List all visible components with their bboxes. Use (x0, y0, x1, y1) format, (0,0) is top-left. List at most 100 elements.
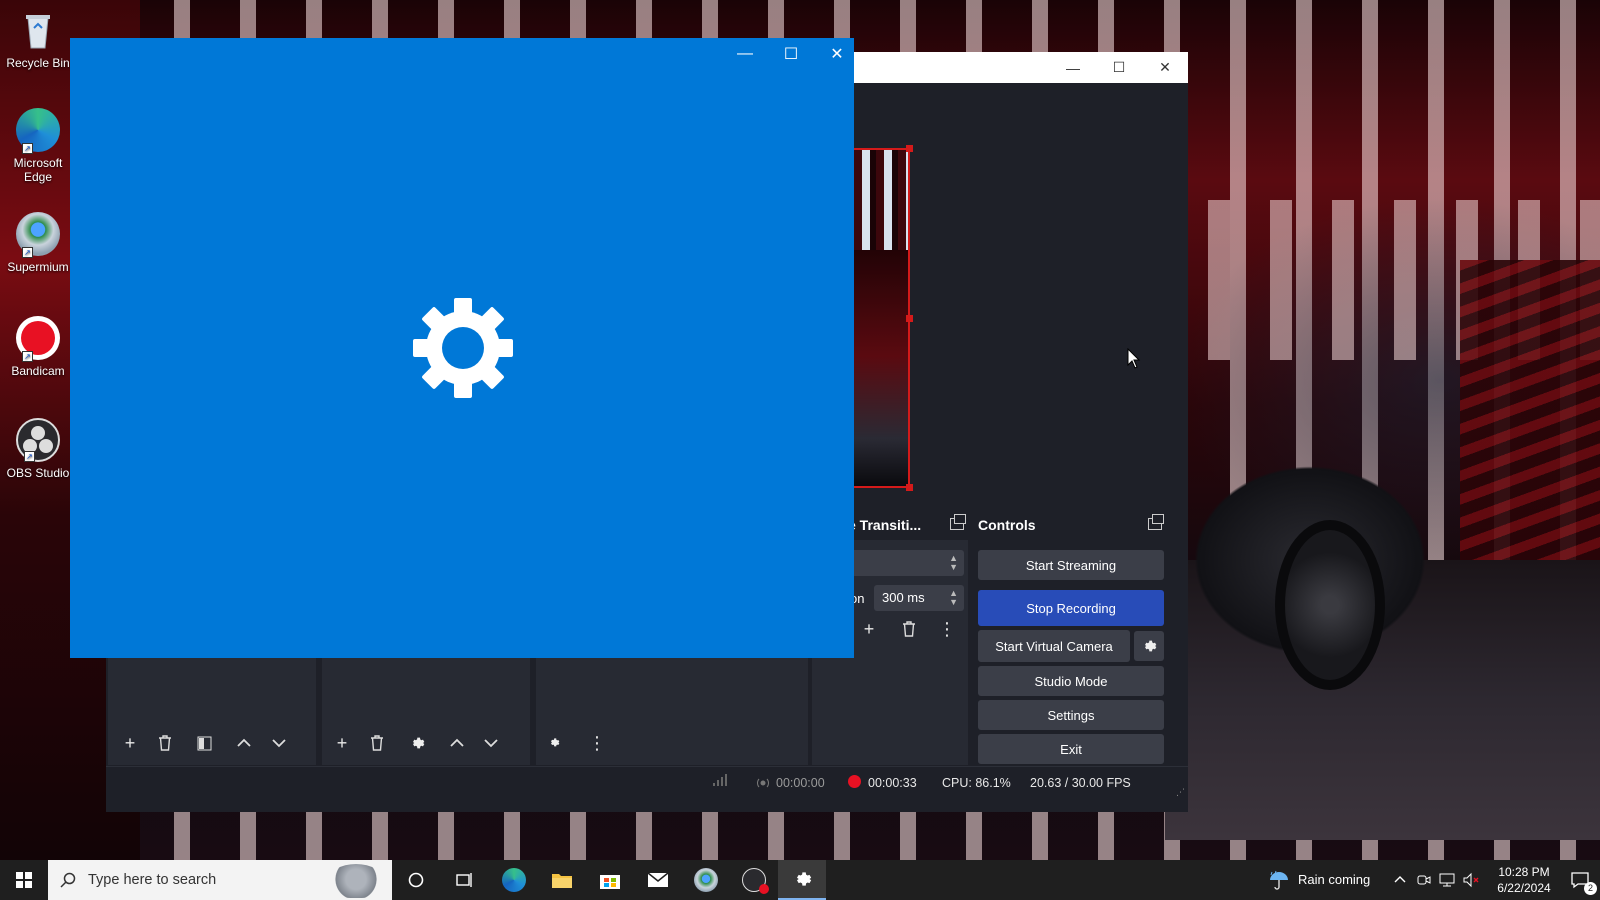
volume-muted-icon (1463, 872, 1479, 888)
desktop-icon-label: Microsoft Edge (13, 156, 63, 184)
chevron-up-icon (237, 738, 251, 747)
minimize-button[interactable]: — (1050, 52, 1096, 83)
task-view-icon (456, 873, 472, 887)
filter-icon (197, 736, 211, 750)
recording-time: 00:00:33 (868, 776, 917, 790)
task-view-button[interactable] (440, 860, 488, 900)
action-center-button[interactable]: 2 (1560, 860, 1600, 900)
mouse-cursor-icon (1127, 348, 1141, 369)
folder-icon (552, 874, 572, 888)
tray-volume[interactable] (1460, 860, 1482, 900)
controls-title-text: Controls (978, 517, 1036, 533)
close-button[interactable]: ✕ (814, 38, 860, 70)
exit-button[interactable]: Exit (978, 734, 1164, 764)
desktop-icon-label: Recycle Bin (6, 56, 70, 70)
studio-mode-button[interactable]: Studio Mode (978, 666, 1164, 696)
taskbar-search-box[interactable]: Type here to search (48, 860, 392, 900)
umbrella-rain-icon (1270, 870, 1288, 890)
desktop-icon-label: Bandicam (11, 364, 65, 378)
maximize-button[interactable]: ☐ (768, 38, 814, 70)
undock-icon[interactable] (950, 514, 966, 530)
store-bag-icon (600, 875, 620, 889)
minimize-button[interactable]: — (722, 38, 768, 70)
resize-grip-icon[interactable]: ⋰ (1176, 787, 1185, 798)
chevron-up-icon (1394, 876, 1406, 883)
search-placeholder: Type here to search (88, 872, 217, 888)
taskbar-mail[interactable] (634, 860, 682, 900)
tray-meet-now[interactable] (1414, 860, 1434, 900)
cortana-button[interactable] (392, 860, 440, 900)
virtual-camera-settings-button[interactable] (1134, 631, 1164, 661)
network-signal-icon (712, 773, 728, 790)
move-source-down-button[interactable] (478, 730, 504, 756)
trash-icon (903, 621, 915, 637)
clock-date: 6/22/2024 (1497, 881, 1551, 895)
audio-mixer-menu-button[interactable]: ⋮ (584, 730, 610, 756)
desktop-icon-label: OBS Studio (6, 466, 70, 480)
desktop-icon-recycle-bin[interactable]: Recycle Bin (4, 8, 72, 70)
shortcut-arrow-icon: ↗ (22, 143, 33, 154)
duration-input[interactable]: 300 ms ▲ ▼ (874, 585, 964, 611)
source-properties-button[interactable] (404, 730, 430, 756)
move-scene-up-button[interactable] (231, 730, 257, 756)
taskbar-supermium[interactable] (682, 860, 730, 900)
start-button[interactable] (0, 860, 48, 900)
chevron-down-icon (272, 739, 286, 748)
taskbar-store[interactable] (586, 860, 634, 900)
notification-badge: 2 (1584, 882, 1597, 895)
maximize-button[interactable]: ☐ (1096, 52, 1142, 83)
remove-source-button[interactable] (364, 730, 390, 756)
taskbar: Type here to search Rain coming 10:28 PM… (0, 860, 1600, 900)
tray-network[interactable] (1436, 860, 1458, 900)
move-scene-down-button[interactable] (266, 730, 292, 756)
transition-menu-button[interactable]: ⋮ (934, 616, 960, 642)
start-virtual-camera-button[interactable]: Start Virtual Camera (978, 630, 1130, 662)
settings-splash-window: — ☐ ✕ (70, 38, 854, 658)
obs-icon: ↗ (16, 418, 60, 462)
cortana-circle-icon (408, 872, 424, 888)
clock[interactable]: 10:28 PM 6/22/2024 (1488, 860, 1560, 900)
desktop-icon-edge[interactable]: ↗ Microsoft Edge (4, 108, 72, 184)
move-source-up-button[interactable] (444, 730, 470, 756)
gear-icon (1145, 640, 1157, 652)
remove-transition-button[interactable] (896, 616, 922, 642)
desktop-icon-supermium[interactable]: ↗ Supermium (4, 212, 72, 274)
gear-icon (413, 737, 425, 749)
start-streaming-button[interactable]: Start Streaming (978, 550, 1164, 580)
trash-icon (159, 735, 171, 751)
add-transition-button[interactable]: + (856, 616, 882, 642)
supermium-icon (694, 868, 718, 892)
recording-indicator-icon (848, 775, 861, 788)
audio-mixer-dock: ⋮ (536, 658, 808, 765)
settings-button[interactable]: Settings (978, 700, 1164, 730)
taskbar-obs[interactable] (730, 860, 778, 900)
taskbar-file-explorer[interactable] (538, 860, 586, 900)
windows-logo-icon (16, 872, 32, 888)
audio-settings-button[interactable] (542, 730, 568, 756)
show-hidden-icons-button[interactable] (1390, 860, 1412, 900)
stop-recording-button[interactable]: Stop Recording (978, 590, 1164, 626)
controls-dock: Controls Start Streaming Stop Recording … (968, 510, 1168, 765)
taskbar-edge[interactable] (490, 860, 538, 900)
spin-arrows-icon: ▲▼ (949, 553, 958, 572)
obs-icon (742, 868, 769, 894)
search-icon (60, 872, 76, 888)
shortcut-arrow-icon: ↗ (24, 451, 35, 462)
undock-icon[interactable] (1148, 514, 1164, 530)
taskbar-settings[interactable] (778, 860, 826, 900)
desktop-icon-obs[interactable]: ↗ OBS Studio (4, 418, 72, 480)
scene-filters-button[interactable] (191, 730, 217, 756)
wallpaper-car-wheel (1275, 520, 1385, 690)
search-highlight-koala-icon (328, 864, 384, 898)
shortcut-arrow-icon: ↗ (22, 247, 33, 258)
network-icon (1439, 873, 1455, 887)
add-source-button[interactable]: + (329, 730, 355, 756)
clock-time: 10:28 PM (1498, 865, 1550, 879)
close-button[interactable]: ✕ (1142, 52, 1188, 83)
add-scene-button[interactable]: + (117, 730, 143, 756)
fps-readout: 20.63 / 30.00 FPS (1030, 776, 1131, 790)
desktop-icon-bandicam[interactable]: ↗ Bandicam (4, 316, 72, 378)
edge-icon (502, 868, 526, 892)
remove-scene-button[interactable] (152, 730, 178, 756)
transition-select[interactable]: ▲ ▼ (848, 550, 964, 576)
